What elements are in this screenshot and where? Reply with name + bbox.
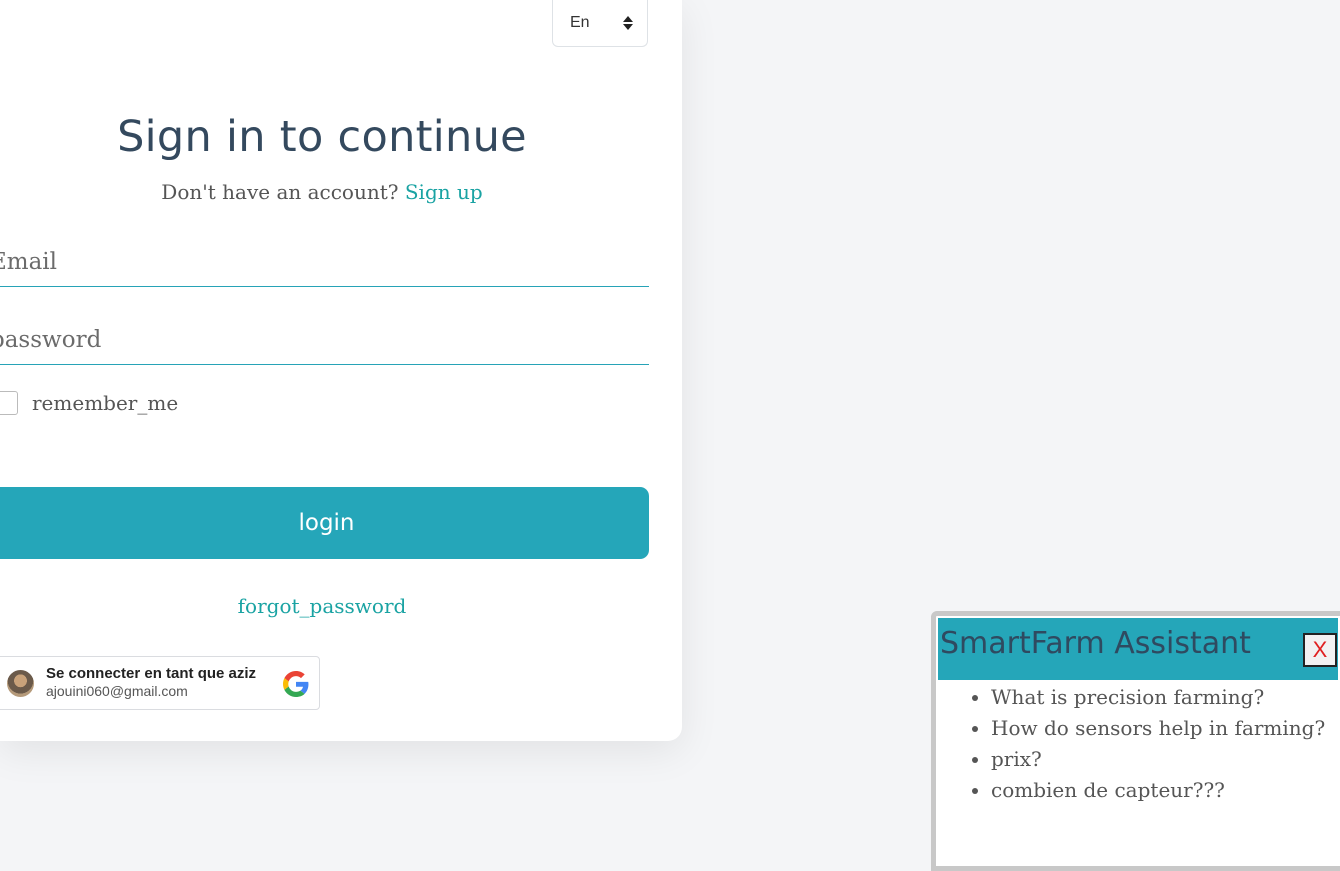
remember-me-label[interactable]: remember_me <box>32 391 178 415</box>
avatar <box>7 670 34 697</box>
email-field[interactable] <box>0 237 649 287</box>
sort-icon <box>623 16 633 30</box>
google-signin-button[interactable]: Se connecter en tant que aziz ajouini060… <box>0 656 320 710</box>
password-field[interactable] <box>0 315 649 365</box>
chat-suggestion[interactable]: combien de capteur??? <box>991 775 1325 806</box>
remember-me-checkbox[interactable] <box>0 391 18 415</box>
google-account-label: Se connecter en tant que aziz <box>46 665 257 682</box>
login-button[interactable]: login <box>0 487 649 559</box>
chat-header: SmartFarm Assistant X <box>938 618 1338 680</box>
signup-prompt: Don't have an account? Sign up <box>0 180 644 204</box>
remember-me-row: remember_me <box>0 391 178 415</box>
no-account-text: Don't have an account? <box>161 180 399 204</box>
login-card: En Sign in to continue Don't have an acc… <box>0 0 682 741</box>
chat-suggestions: What is precision farming? How do sensor… <box>956 682 1325 806</box>
page-title: Sign in to continue <box>117 112 527 162</box>
chat-suggestion[interactable]: How do sensors help in farming? <box>991 713 1325 744</box>
language-select-value: En <box>570 14 590 31</box>
chat-suggestion[interactable]: prix? <box>991 744 1325 775</box>
google-account-email: ajouini060@gmail.com <box>46 683 188 699</box>
forgot-password-link[interactable]: forgot_password <box>0 594 644 618</box>
language-select[interactable]: En <box>552 0 648 47</box>
chat-suggestion[interactable]: What is precision farming? <box>991 682 1325 713</box>
signup-link[interactable]: Sign up <box>405 180 483 204</box>
chat-title: SmartFarm Assistant <box>940 626 1251 661</box>
google-logo-icon <box>283 671 309 697</box>
google-account-info: Se connecter en tant que aziz ajouini060… <box>46 665 256 699</box>
chat-widget: SmartFarm Assistant X What is precision … <box>931 611 1340 871</box>
chat-close-button[interactable]: X <box>1303 633 1337 667</box>
